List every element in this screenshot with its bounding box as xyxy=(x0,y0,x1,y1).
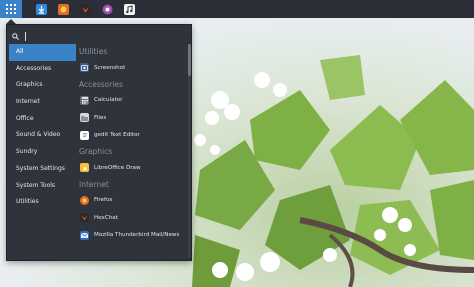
text-editor-icon xyxy=(80,130,89,140)
scrollbar-thumb[interactable] xyxy=(188,44,191,76)
app-label: gedit Text Editor xyxy=(94,132,140,139)
grid-icon xyxy=(6,4,16,14)
category-utilities[interactable]: Utilities xyxy=(9,194,76,211)
app-label: Mozilla Thunderbird Mail/News xyxy=(94,232,180,239)
app-label: HexChat xyxy=(94,214,118,221)
category-all[interactable]: All xyxy=(9,44,76,61)
category-office[interactable]: Office xyxy=(9,111,76,128)
firefox-icon xyxy=(80,195,89,205)
category-internet[interactable]: Internet xyxy=(9,94,76,111)
hexchat-icon xyxy=(80,213,89,223)
section-title-accessories: Accessories xyxy=(79,79,123,89)
launcher-firefox[interactable] xyxy=(54,0,72,18)
app-thunderbird[interactable]: Mozilla Thunderbird Mail/News xyxy=(77,227,185,245)
top-panel xyxy=(0,0,474,18)
app-calculator[interactable]: Calculator xyxy=(77,92,185,110)
app-screenshot[interactable]: Screenshot xyxy=(77,59,185,77)
launcher-download[interactable] xyxy=(32,0,50,18)
search-bar[interactable] xyxy=(12,29,188,43)
category-accessories[interactable]: Accessories xyxy=(9,61,76,78)
section-title-graphics: Graphics xyxy=(79,147,113,156)
folder-icon xyxy=(80,113,89,123)
music-icon xyxy=(123,3,135,15)
firefox-icon xyxy=(57,3,69,15)
app-list: Utilities Screenshot Accessories Calcula… xyxy=(77,44,185,258)
app-label: Firefox xyxy=(94,197,113,204)
search-input[interactable] xyxy=(26,29,186,43)
launcher-music[interactable] xyxy=(120,0,138,18)
media-player-icon xyxy=(102,4,112,14)
section-title-utilities: Utilities xyxy=(79,47,108,56)
thunderbird-icon xyxy=(80,230,89,240)
category-list: All Accessories Graphics Internet Office… xyxy=(9,44,76,258)
search-icon xyxy=(12,32,19,40)
category-system-tools[interactable]: System Tools xyxy=(9,178,76,195)
app-label: Screenshot xyxy=(94,64,126,71)
screenshot-icon xyxy=(80,63,89,73)
app-label: LibreOffice Draw xyxy=(94,164,141,171)
hexchat-icon xyxy=(79,3,91,15)
app-menu-button[interactable] xyxy=(0,0,22,18)
category-sound-video[interactable]: Sound & Video xyxy=(9,127,76,144)
app-label: Calculator xyxy=(94,97,123,104)
category-graphics[interactable]: Graphics xyxy=(9,77,76,94)
launcher-media-player[interactable] xyxy=(98,0,116,18)
category-sundry[interactable]: Sundry xyxy=(9,144,76,161)
calculator-icon xyxy=(80,95,89,105)
application-menu: All Accessories Graphics Internet Office… xyxy=(6,24,192,261)
app-hexchat[interactable]: HexChat xyxy=(77,209,185,227)
download-icon xyxy=(35,3,47,15)
app-list-scrollbar[interactable] xyxy=(188,44,191,258)
category-system-settings[interactable]: System Settings xyxy=(9,161,76,178)
app-firefox[interactable]: Firefox xyxy=(77,192,185,210)
section-title-internet: Internet xyxy=(79,179,109,189)
app-libreoffice-draw[interactable]: LibreOffice Draw xyxy=(77,159,185,177)
app-gedit[interactable]: gedit Text Editor xyxy=(77,127,185,145)
app-files[interactable]: Files xyxy=(77,109,185,127)
app-label: Files xyxy=(94,114,107,121)
draw-icon xyxy=(80,163,89,173)
launcher-hexchat[interactable] xyxy=(76,0,94,18)
